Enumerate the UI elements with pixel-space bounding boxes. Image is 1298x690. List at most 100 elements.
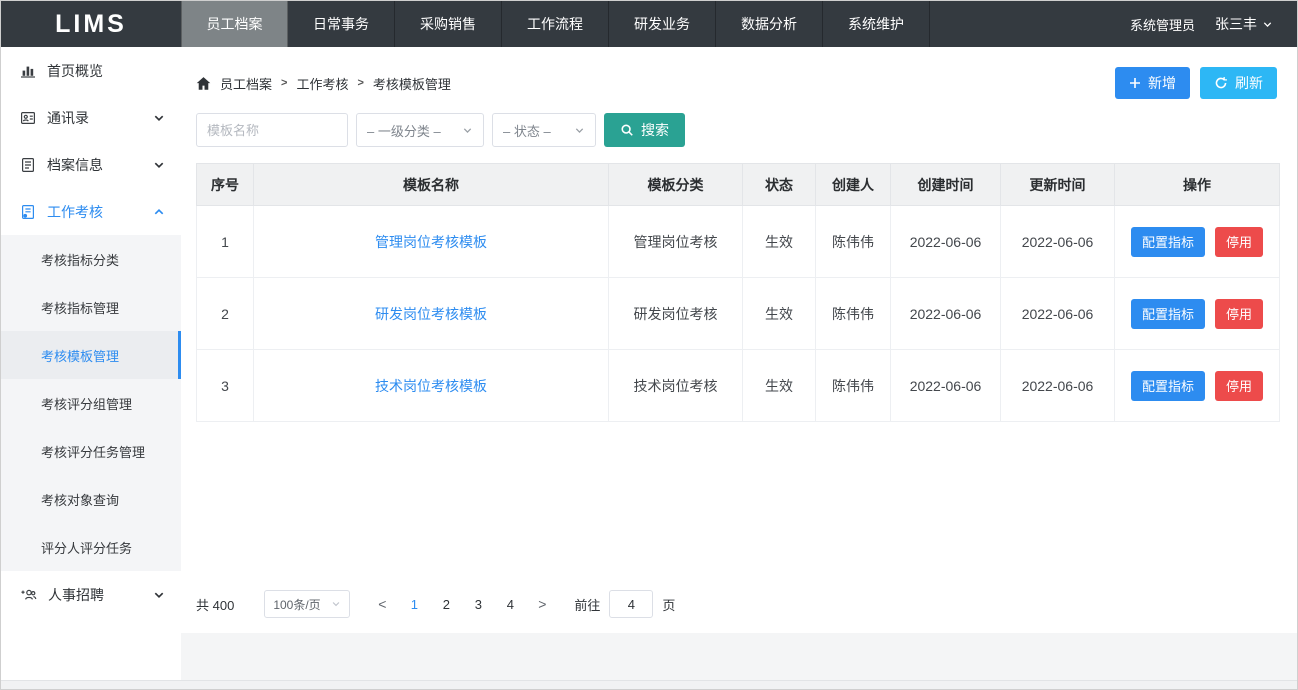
template-name-link[interactable]: 技术岗位考核模板 <box>375 378 487 394</box>
submenu-item-scoring-group[interactable]: 考核评分组管理 <box>1 379 181 427</box>
chevron-down-icon <box>462 125 473 136</box>
cell-no: 3 <box>197 350 254 422</box>
sidebar-item-label: 档案信息 <box>47 155 103 175</box>
page-button-2[interactable]: 2 <box>430 590 462 618</box>
top-navbar: LIMS 员工档案 日常事务 采购销售 工作流程 研发业务 数据分析 系统维护 … <box>1 1 1297 47</box>
user-menu[interactable]: 张三丰 <box>1215 14 1273 34</box>
page-button-4[interactable]: 4 <box>494 590 526 618</box>
nav-tab-purchase-sales[interactable]: 采购销售 <box>395 1 502 47</box>
col-header-category: 模板分类 <box>609 164 743 206</box>
top-nav-tabs: 员工档案 日常事务 采购销售 工作流程 研发业务 数据分析 系统维护 <box>181 1 930 47</box>
bar-chart-icon <box>20 63 36 79</box>
template-name-input[interactable] <box>196 113 348 147</box>
cell-creator: 陈伟伟 <box>816 206 891 278</box>
main-content: 员工档案 > 工作考核 > 考核模板管理 新增 <box>181 47 1297 680</box>
disable-button[interactable]: 停用 <box>1215 299 1263 329</box>
col-header-created: 创建时间 <box>891 164 1001 206</box>
configure-indicators-button[interactable]: 配置指标 <box>1131 299 1205 329</box>
breadcrumb-item[interactable]: 员工档案 <box>220 74 272 93</box>
bottom-strip <box>1 680 1297 689</box>
pager: < 1 2 3 4 > <box>366 590 558 618</box>
nav-tab-data-analysis[interactable]: 数据分析 <box>716 1 823 47</box>
cell-status: 生效 <box>743 350 816 422</box>
plus-icon <box>1129 77 1141 89</box>
nav-tab-daily-affairs[interactable]: 日常事务 <box>288 1 395 47</box>
category-select[interactable]: – 一级分类 – <box>356 113 484 147</box>
sidebar-item-label: 通讯录 <box>47 108 89 128</box>
app-window: LIMS 员工档案 日常事务 采购销售 工作流程 研发业务 数据分析 系统维护 … <box>0 0 1298 690</box>
user-name-label: 张三丰 <box>1215 14 1257 34</box>
submenu-item-object-query[interactable]: 考核对象查询 <box>1 475 181 523</box>
search-button-label: 搜索 <box>641 120 669 140</box>
templates-table: 序号 模板名称 模板分类 状态 创建人 创建时间 更新时间 操作 <box>196 163 1277 422</box>
breadcrumb-item[interactable]: 工作考核 <box>296 74 348 93</box>
sidebar-item-recruitment[interactable]: 人事招聘 <box>1 571 181 618</box>
cell-creator: 陈伟伟 <box>816 278 891 350</box>
submenu-item-template-management[interactable]: 考核模板管理 <box>1 331 181 379</box>
nav-tab-workflow[interactable]: 工作流程 <box>502 1 609 47</box>
template-name-link[interactable]: 研发岗位考核模板 <box>375 306 487 322</box>
status-select[interactable]: – 状态 – <box>492 113 596 147</box>
refresh-button[interactable]: 刷新 <box>1200 67 1277 99</box>
chevron-down-icon <box>1262 19 1273 30</box>
chevron-down-icon <box>574 125 585 136</box>
submenu-item-indicator-management[interactable]: 考核指标管理 <box>1 283 181 331</box>
sidebar-item-archive-info[interactable]: 档案信息 <box>1 141 181 188</box>
col-header-actions: 操作 <box>1115 164 1280 206</box>
cell-updated: 2022-06-06 <box>1001 350 1115 422</box>
nav-tab-system-maintenance[interactable]: 系统维护 <box>823 1 930 47</box>
submenu-item-indicator-category[interactable]: 考核指标分类 <box>1 235 181 283</box>
content-card: 员工档案 > 工作考核 > 考核模板管理 新增 <box>181 47 1297 633</box>
table-row: 1 管理岗位考核模板 管理岗位考核 生效 陈伟伟 2022-06-06 2022… <box>197 206 1280 278</box>
cell-status: 生效 <box>743 206 816 278</box>
submenu-item-scoring-task[interactable]: 考核评分任务管理 <box>1 427 181 475</box>
sidebar-item-label: 首页概览 <box>47 61 103 81</box>
home-icon <box>196 76 211 91</box>
nav-tab-rnd-business[interactable]: 研发业务 <box>609 1 716 47</box>
cell-status: 生效 <box>743 278 816 350</box>
goto-label: 前往 <box>574 595 600 614</box>
refresh-button-label: 刷新 <box>1235 73 1263 93</box>
next-page-button[interactable]: > <box>526 590 558 618</box>
refresh-icon <box>1214 76 1228 90</box>
search-button[interactable]: 搜索 <box>604 113 685 147</box>
chevron-down-icon <box>153 159 165 171</box>
disable-button[interactable]: 停用 <box>1215 371 1263 401</box>
breadcrumb-item[interactable]: 考核模板管理 <box>373 74 451 93</box>
page-button-3[interactable]: 3 <box>462 590 494 618</box>
submenu-item-scorer-task[interactable]: 评分人评分任务 <box>1 523 181 571</box>
cell-no: 2 <box>197 278 254 350</box>
nav-tab-employee-archive[interactable]: 员工档案 <box>181 1 288 47</box>
sidebar-item-work-assessment[interactable]: 工作考核 <box>1 188 181 235</box>
cell-creator: 陈伟伟 <box>816 350 891 422</box>
cell-category: 研发岗位考核 <box>609 278 743 350</box>
breadcrumb: 员工档案 > 工作考核 > 考核模板管理 <box>196 74 451 93</box>
configure-indicators-button[interactable]: 配置指标 <box>1131 371 1205 401</box>
assessment-submenu: 考核指标分类 考核指标管理 考核模板管理 考核评分组管理 考核评分任务管理 考核… <box>1 235 181 571</box>
configure-indicators-button[interactable]: 配置指标 <box>1131 227 1205 257</box>
sidebar: 首页概览 通讯录 档案信息 <box>1 47 181 680</box>
goto-page-input[interactable] <box>609 590 653 618</box>
sidebar-item-home-overview[interactable]: 首页概览 <box>1 47 181 94</box>
sidebar-item-label: 工作考核 <box>47 202 103 222</box>
document-list-icon <box>20 157 36 173</box>
breadcrumb-separator: > <box>281 77 287 89</box>
contacts-card-icon <box>20 110 36 126</box>
chevron-down-icon <box>153 112 165 124</box>
sidebar-item-contacts[interactable]: 通讯录 <box>1 94 181 141</box>
app-logo: LIMS <box>1 1 181 47</box>
toolbar-actions: 新增 刷新 <box>1115 67 1277 99</box>
user-role-label: 系统管理员 <box>1130 15 1195 34</box>
pagination: 共 400 100条/页 < 1 2 3 4 > <box>196 590 1277 618</box>
cell-created: 2022-06-06 <box>891 350 1001 422</box>
prev-page-button[interactable]: < <box>366 590 398 618</box>
total-count-label: 共 400 <box>196 595 234 614</box>
template-name-link[interactable]: 管理岗位考核模板 <box>375 234 487 250</box>
col-header-creator: 创建人 <box>816 164 891 206</box>
page-size-value: 100条/页 <box>273 596 320 613</box>
disable-button[interactable]: 停用 <box>1215 227 1263 257</box>
page-button-1[interactable]: 1 <box>398 590 430 618</box>
add-button[interactable]: 新增 <box>1115 67 1190 99</box>
cell-updated: 2022-06-06 <box>1001 206 1115 278</box>
page-size-select[interactable]: 100条/页 <box>264 590 350 618</box>
